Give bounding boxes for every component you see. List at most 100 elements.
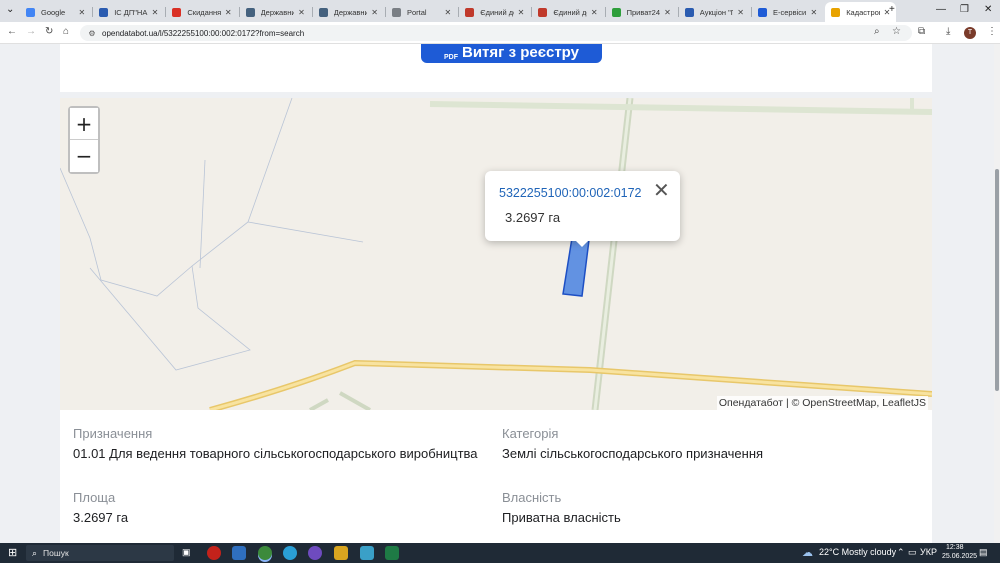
zoom-in-button[interactable]: +: [70, 108, 98, 140]
ownership-label: Власність: [502, 490, 562, 505]
close-tab-icon[interactable]: ✕: [591, 8, 598, 17]
scrollbar-thumb[interactable]: [995, 169, 999, 391]
tab-title: Скидання п: [187, 7, 221, 17]
field-road: [429, 101, 932, 115]
viber-icon[interactable]: [308, 546, 322, 560]
vk-icon: [99, 7, 109, 17]
bookmark-star-icon[interactable]: ☆: [892, 26, 901, 37]
popup-tip: [575, 240, 589, 247]
zoom-magnifier-icon[interactable]: ⌕: [874, 26, 880, 37]
minimize-icon[interactable]: —: [936, 4, 946, 15]
cadastral-map[interactable]: + − 5322255100:00:002:0172 3.2697 га ✕ О…: [60, 98, 932, 410]
forward-arrow-icon[interactable]: →: [26, 26, 36, 37]
parcel-info-card: Призначення 01.01 Для ведення товарного …: [60, 410, 932, 543]
map-tiles: [60, 98, 932, 410]
browser-tab[interactable]: Скидання п ✕: [166, 2, 237, 22]
site-info-icon[interactable]: ⚙: [84, 29, 100, 38]
tab-title: Єдиний дер: [553, 7, 587, 17]
browser-tab[interactable]: Державний✕: [240, 2, 311, 22]
calculator-app-icon[interactable]: [232, 546, 246, 560]
browser-tab[interactable]: Єдиний дер ✕: [459, 2, 530, 22]
file-explorer-icon[interactable]: [334, 546, 348, 560]
tab-title: Кадастрові: [846, 7, 879, 17]
zoom-out-button[interactable]: −: [70, 140, 98, 172]
close-tab-icon[interactable]: ✕: [737, 8, 744, 17]
gov-icon: [318, 7, 328, 17]
address-bar[interactable]: ⚙ opendatabot.ua/l/5322255100:00:002:017…: [80, 25, 912, 41]
pdf-icon: PDF: [444, 54, 458, 61]
privat-icon: [611, 7, 621, 17]
close-tab-icon[interactable]: ✕: [152, 8, 159, 17]
feather-icon: [465, 7, 475, 17]
chrome-icon[interactable]: [258, 546, 272, 560]
close-window-icon[interactable]: ✕: [984, 4, 992, 15]
network-icon[interactable]: ▭: [908, 547, 917, 558]
tab-title: Приват24 д: [626, 7, 661, 17]
feather-icon: [538, 7, 548, 17]
category-value: Землі сільськогосподарського призначення: [502, 446, 764, 461]
clock-time[interactable]: 12:38: [946, 544, 964, 551]
country-road-center: [593, 98, 632, 410]
close-tab-icon[interactable]: ✕: [225, 8, 232, 17]
close-tab-icon[interactable]: ✕: [298, 8, 305, 17]
excel-icon[interactable]: [385, 546, 399, 560]
weather-cloud-icon[interactable]: ☁: [802, 546, 813, 559]
purpose-value: 01.01 Для ведення товарного сільськогосп…: [73, 446, 478, 461]
area-value: 3.2697 га: [73, 510, 129, 525]
browser-tab[interactable]: Приват24 д✕: [606, 2, 677, 22]
downloads-icon[interactable]: ⤓: [946, 26, 950, 37]
field-boundary: [247, 221, 364, 243]
reload-icon[interactable]: ↻: [45, 26, 53, 37]
new-tab-button[interactable]: +: [889, 4, 895, 15]
browser-tab[interactable]: Е-сервіси ✕: [752, 2, 823, 22]
browser-tab[interactable]: Аукціон "Пр ✕: [679, 2, 750, 22]
close-tab-icon[interactable]: ✕: [444, 8, 451, 17]
browser-tab[interactable]: Державний✕: [313, 2, 384, 22]
close-tab-icon[interactable]: ✕: [810, 8, 817, 17]
close-tab-icon[interactable]: ✕: [78, 8, 85, 17]
tab-title: Єдиний дер: [480, 7, 514, 17]
opera-icon[interactable]: [207, 546, 221, 560]
close-tab-icon[interactable]: ✕: [518, 8, 525, 17]
extensions-icon[interactable]: ⧉: [918, 26, 925, 37]
tab-title: Е-сервіси: [773, 7, 807, 17]
page-scrollbar[interactable]: [994, 44, 1000, 543]
close-tab-icon[interactable]: ✕: [664, 8, 671, 17]
browser-tab[interactable]: Єдиний дер ✕: [532, 2, 603, 22]
browser-tab[interactable]: Google ✕: [20, 2, 91, 22]
tab-title: Аукціон "Пр: [699, 7, 733, 17]
parcel-popup: 5322255100:00:002:0172 3.2697 га ✕: [485, 171, 680, 247]
purpose-label: Призначення: [73, 426, 153, 441]
tab-search-icon[interactable]: ⌄: [6, 4, 14, 15]
browser-tab[interactable]: Кадастрові✕: [825, 2, 897, 22]
gov-icon: [245, 7, 255, 17]
url-text: opendatabot.ua/l/5322255100:00:002:0172?…: [102, 28, 305, 38]
menu-kebab-icon[interactable]: ⋮: [987, 26, 997, 37]
browser-tab[interactable]: ІС ДП"НАІС ✕: [93, 2, 164, 22]
profile-avatar[interactable]: T: [964, 27, 976, 39]
back-arrow-icon[interactable]: ←: [7, 26, 17, 37]
search-icon: ⌕: [32, 547, 38, 558]
hammer-icon: [684, 7, 694, 17]
cadastral-number-link[interactable]: 5322255100:00:002:0172: [499, 186, 642, 200]
weather-text[interactable]: 22°C Mostly cloudy: [819, 547, 896, 557]
app-icon[interactable]: [360, 546, 374, 560]
page-viewport: PDF Витяг з реєстру + − 5322255100:00:00…: [0, 44, 994, 543]
home-icon[interactable]: ⌂: [63, 26, 69, 37]
tab-title: Portal: [407, 7, 427, 17]
maximize-icon[interactable]: ❐: [960, 4, 969, 15]
windows-start-icon[interactable]: ⊞: [8, 546, 17, 559]
telegram-icon[interactable]: [283, 546, 297, 560]
side-road: [309, 398, 329, 410]
tab-title: Державний: [260, 7, 295, 17]
clock-date[interactable]: 25.06.2025: [942, 553, 977, 560]
close-icon[interactable]: ✕: [653, 180, 670, 200]
browser-tab[interactable]: Portal ✕: [386, 2, 457, 22]
notifications-icon[interactable]: ▤: [979, 547, 988, 558]
taskbar-search[interactable]: ⌕ Пошук: [26, 545, 174, 561]
extract-register-button[interactable]: PDF Витяг з реєстру: [421, 44, 602, 63]
close-tab-icon[interactable]: ✕: [371, 8, 378, 17]
language-indicator[interactable]: УКР: [920, 547, 937, 557]
tray-chevron-icon[interactable]: ⌃: [897, 547, 905, 558]
task-view-icon[interactable]: ▣: [182, 547, 191, 558]
